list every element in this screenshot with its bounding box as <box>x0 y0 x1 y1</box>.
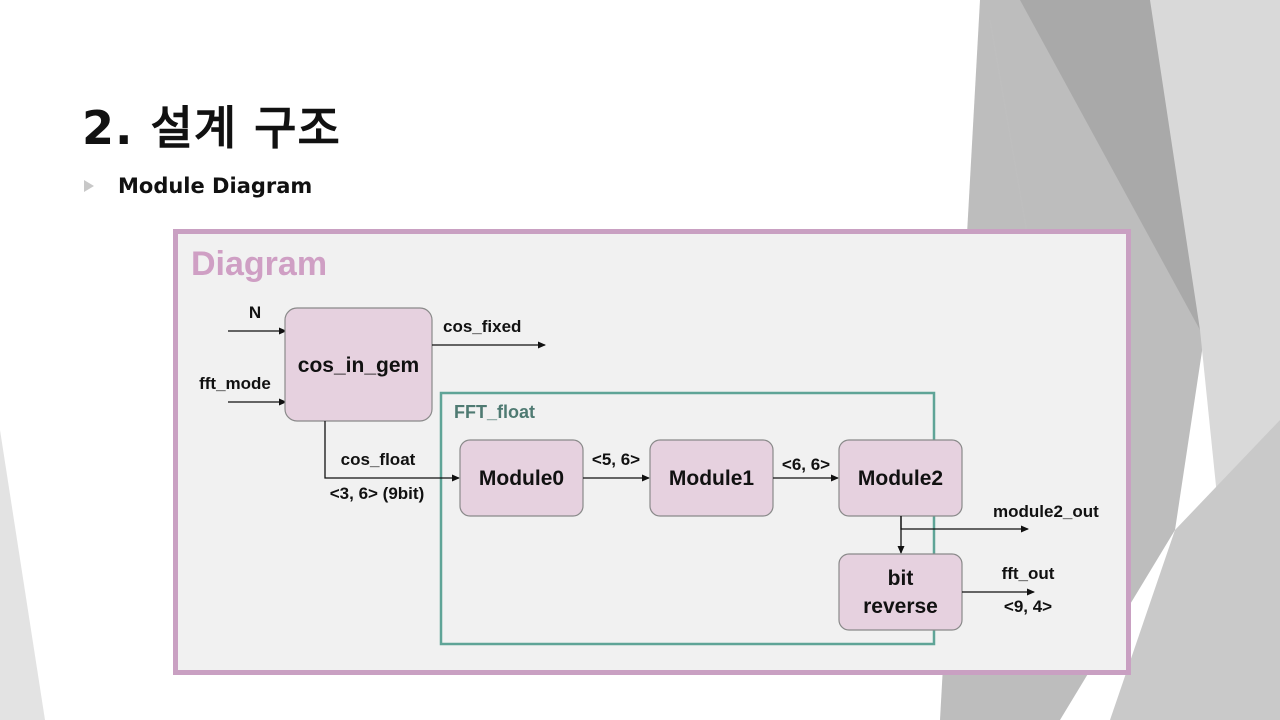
bit-reverse-block <box>838 553 963 631</box>
fft-float-label: FFT_float <box>454 402 535 422</box>
bit-reverse-label-line1: bit <box>888 567 914 590</box>
input-fft-mode-label: fft_mode <box>199 374 271 393</box>
module2-label: Module2 <box>858 467 943 490</box>
diagram-title: Diagram <box>191 245 327 283</box>
fft-out-label: fft_out <box>1002 564 1055 583</box>
m1-m2-format-label: <6, 6> <box>782 455 830 474</box>
cos-float-format-label: <3, 6> (9bit) <box>330 484 424 503</box>
m0-m1-format-label: <5, 6> <box>592 450 640 469</box>
module1-label: Module1 <box>669 467 754 490</box>
input-n-label: N <box>249 303 261 322</box>
cos-fixed-label: cos_fixed <box>443 317 521 336</box>
module2-out-label: module2_out <box>993 502 1099 521</box>
module0-label: Module0 <box>479 467 564 490</box>
bit-reverse-label-line2: reverse <box>863 595 938 618</box>
bullet-text: Module Diagram <box>118 174 313 198</box>
bullet-item: Module Diagram <box>84 174 312 198</box>
cos-float-label: cos_float <box>341 450 416 469</box>
bg-facet-left <box>0 430 45 720</box>
slide-title: 2. 설계 구조 <box>82 101 341 155</box>
fft-out-format-label: <9, 4> <box>1004 597 1052 616</box>
module-diagram: Diagram FFT_float N fft_mode cos_in_gem … <box>173 229 1131 675</box>
triangle-bullet-icon <box>84 180 94 192</box>
cos-in-gem-label: cos_in_gem <box>298 354 419 377</box>
